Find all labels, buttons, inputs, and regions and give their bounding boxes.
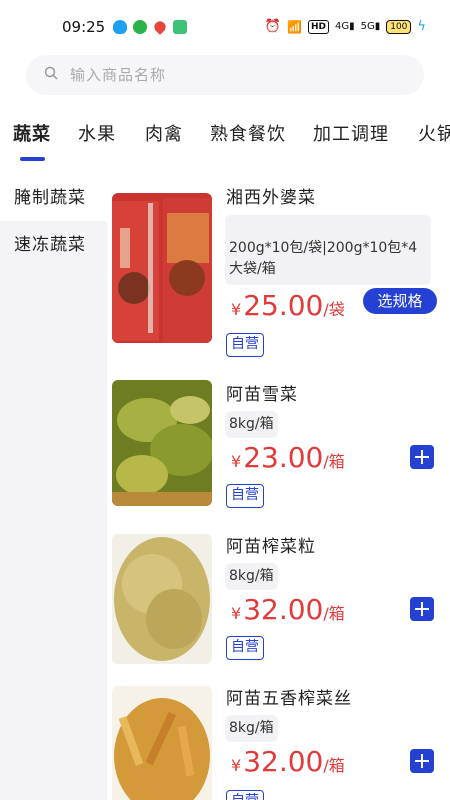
product-card[interactable]: 阿苗榨菜粒 8kg/箱 ¥32.00/箱 自营 [107, 524, 450, 674]
self-operated-badge: 自营 [226, 790, 264, 800]
alarm-icon: ⏰ [264, 19, 281, 34]
product-card[interactable]: 阿苗五香榨菜丝 8kg/箱 ¥32.00/箱 自营 [107, 676, 450, 800]
tab-processed[interactable]: 加工调理 [313, 120, 389, 146]
search-bar[interactable] [26, 55, 424, 95]
subcategory-sidebar: 腌制蔬菜 速冻蔬菜 [0, 175, 107, 800]
select-spec-button[interactable]: 选规格 [363, 288, 437, 314]
product-price: ¥23.00/箱 [231, 441, 345, 474]
signal-4g-icon: 4G▮ [334, 21, 355, 32]
add-to-cart-button[interactable] [410, 749, 434, 773]
status-bar: 09:25 ⏰ 📶 HD 4G▮ 5G▮ 100 ϟ [0, 0, 450, 56]
product-price: ¥32.00/箱 [231, 745, 345, 778]
tab-meat-poultry[interactable]: 肉禽 [145, 120, 183, 146]
app-green-icon [173, 20, 187, 34]
tab-deli-catering[interactable]: 熟食餐饮 [210, 120, 286, 146]
product-spec: 8kg/箱 [225, 411, 278, 438]
category-tabs: 蔬菜 水果 肉禽 熟食餐饮 加工调理 火锅 [0, 110, 450, 164]
sidebar-item-pickled-vegetables[interactable]: 腌制蔬菜 [0, 175, 107, 221]
self-operated-badge: 自营 [226, 636, 264, 660]
add-to-cart-button[interactable] [410, 597, 434, 621]
tab-vegetables[interactable]: 蔬菜 [13, 120, 51, 146]
tab-hotpot[interactable]: 火锅 [418, 120, 450, 146]
product-image-zhacai-si[interactable] [112, 686, 212, 800]
product-card[interactable]: 湘西外婆菜 200g*10包/袋|200g*10包*4大袋/箱 ¥25.00/袋… [107, 175, 450, 357]
product-name: 阿苗五香榨菜丝 [226, 689, 352, 709]
battery-icon: 100 [386, 19, 412, 34]
product-price: ¥32.00/箱 [231, 593, 345, 626]
notification-icons [113, 19, 187, 35]
product-list: 湘西外婆菜 200g*10包/袋|200g*10包*4大袋/箱 ¥25.00/袋… [107, 175, 450, 800]
status-time: 09:25 [62, 18, 106, 36]
product-name: 湘西外婆菜 [226, 188, 316, 208]
product-name: 阿苗榨菜粒 [226, 537, 316, 557]
product-spec: 8kg/箱 [225, 563, 278, 590]
product-spec: 200g*10包/袋|200g*10包*4大袋/箱 [225, 215, 431, 285]
add-to-cart-button[interactable] [410, 445, 434, 469]
product-spec: 8kg/箱 [225, 715, 278, 742]
signal-5g-icon: 5G▮ [360, 21, 381, 32]
product-image-zhacai-li[interactable] [112, 534, 212, 664]
map-pin-icon [152, 19, 168, 35]
sidebar-item-frozen-vegetables[interactable]: 速冻蔬菜 [0, 222, 107, 268]
product-price: ¥25.00/袋 [231, 289, 345, 322]
self-operated-badge: 自营 [226, 484, 264, 508]
hd-icon: HD [307, 19, 329, 34]
search-input[interactable] [70, 55, 400, 95]
product-image-waipocai[interactable] [112, 193, 212, 343]
wechat-icon [133, 20, 147, 34]
active-tab-indicator [20, 157, 45, 161]
system-indicators: ⏰ 📶 HD 4G▮ 5G▮ 100 ϟ [265, 19, 426, 34]
tab-fruits[interactable]: 水果 [78, 120, 116, 146]
product-card[interactable]: 阿苗雪菜 8kg/箱 ¥23.00/箱 自营 [107, 372, 450, 522]
charging-icon: ϟ [417, 19, 426, 34]
qq-icon [113, 20, 127, 34]
search-icon [44, 66, 58, 80]
product-image-xuecai[interactable] [112, 380, 212, 506]
self-operated-badge: 自营 [226, 333, 264, 357]
wifi-icon: 📶 [286, 19, 302, 34]
product-name: 阿苗雪菜 [226, 385, 298, 405]
